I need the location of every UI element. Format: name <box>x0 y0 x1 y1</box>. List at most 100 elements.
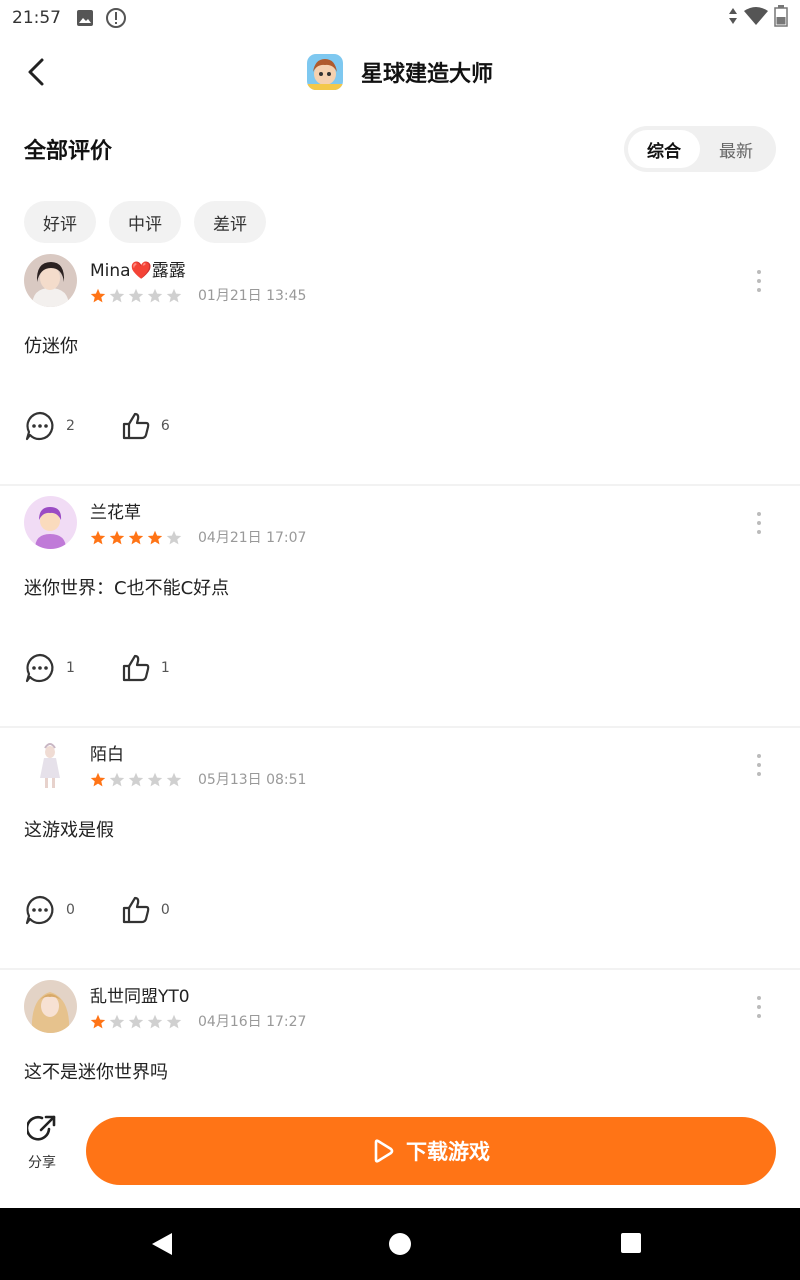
review-text: 迷你世界：C也不能C好点 <box>24 578 230 599</box>
more-options-button[interactable] <box>754 996 764 1018</box>
review-actions: 0 0 <box>24 894 170 926</box>
review-item: 兰花草 04月21日 17:07 迷你世界：C也不能C好点 1 1 <box>0 486 800 728</box>
sort-option-comprehensive[interactable]: 综合 <box>628 130 700 168</box>
comment-button[interactable]: 0 <box>24 894 75 926</box>
review-item: 陌白 05月13日 08:51 这游戏是假 0 0 <box>0 728 800 970</box>
image-notification-icon <box>75 8 95 28</box>
star-empty-icon <box>147 1014 163 1029</box>
nav-back-button[interactable] <box>150 1232 174 1260</box>
star-empty-icon <box>166 288 182 303</box>
review-time: 04月21日 17:07 <box>198 530 307 546</box>
thumbs-up-icon <box>122 654 150 682</box>
title-bar: 星球建造大师 <box>0 36 800 108</box>
review-text: 这不是迷你世界吗 <box>24 1062 168 1083</box>
like-count: 1 <box>160 660 170 676</box>
review-time: 04月16日 17:27 <box>198 1014 307 1030</box>
star-empty-icon <box>166 1014 182 1029</box>
wifi-icon <box>744 6 768 31</box>
star-empty-icon <box>109 772 125 787</box>
chevron-left-icon <box>28 58 44 86</box>
alert-notification-icon <box>105 7 127 29</box>
download-label: 下载游戏 <box>406 1140 490 1164</box>
sort-option-latest[interactable]: 最新 <box>700 130 772 168</box>
star-filled-icon <box>128 530 144 545</box>
comment-count: 1 <box>66 660 75 676</box>
status-bar: 21:57 <box>0 0 800 36</box>
download-game-button[interactable]: 下载游戏 <box>86 1117 776 1185</box>
system-nav-bar <box>0 1208 800 1280</box>
star-filled-icon <box>90 1014 106 1029</box>
sort-toggle: 综合 最新 <box>624 126 776 172</box>
game-app-icon <box>306 54 343 90</box>
like-count: 0 <box>160 902 170 918</box>
comment-icon <box>25 411 54 441</box>
star-empty-icon <box>147 772 163 787</box>
star-filled-icon <box>109 530 125 545</box>
like-count: 6 <box>160 418 170 434</box>
username[interactable]: Mina‍❤️露露‍ <box>90 256 186 281</box>
more-options-button[interactable] <box>754 754 764 776</box>
review-time: 01月21日 13:45 <box>198 288 307 304</box>
comment-button[interactable]: 2 <box>24 410 75 442</box>
review-actions: 1 1 <box>24 652 170 684</box>
star-filled-icon <box>90 288 106 303</box>
section-header: 全部评价 综合 最新 <box>24 126 776 172</box>
star-empty-icon <box>128 288 144 303</box>
filter-chip-good[interactable]: 好评 <box>24 201 96 243</box>
star-filled-icon <box>90 772 106 787</box>
username[interactable]: 兰花草 <box>90 498 141 523</box>
more-options-button[interactable] <box>754 270 764 292</box>
avatar[interactable] <box>24 738 77 791</box>
triangle-back-icon <box>152 1233 172 1255</box>
star-empty-icon <box>109 1014 125 1029</box>
thumbs-up-icon <box>122 896 150 924</box>
comment-icon <box>25 895 54 925</box>
review-item: Mina‍❤️露露‍ 01月21日 13:45 仿迷你 2 6 <box>0 244 800 486</box>
review-time: 05月13日 08:51 <box>198 772 307 788</box>
review-list: Mina‍❤️露露‍ 01月21日 13:45 仿迷你 2 6 兰花草 <box>0 244 800 1212</box>
star-rating <box>90 288 182 304</box>
comment-icon <box>25 653 54 683</box>
square-recents-icon <box>621 1233 641 1253</box>
review-text: 这游戏是假 <box>24 820 114 841</box>
section-title: 全部评价 <box>24 139 113 164</box>
battery-icon <box>774 4 788 32</box>
star-filled-icon <box>147 530 163 545</box>
share-button[interactable]: 分享 <box>20 1114 64 1172</box>
avatar[interactable] <box>24 496 77 549</box>
avatar[interactable] <box>24 980 77 1033</box>
star-empty-icon <box>128 772 144 787</box>
status-time: 21:57 <box>12 8 61 28</box>
star-rating <box>90 530 182 546</box>
bottom-action-bar: 分享 下载游戏 <box>0 1100 800 1208</box>
like-button[interactable]: 1 <box>121 653 170 683</box>
star-filled-icon <box>90 530 106 545</box>
title-center: 星球建造大师 <box>306 54 493 90</box>
more-options-button[interactable] <box>754 512 764 534</box>
share-label: 分享 <box>28 1155 56 1171</box>
comment-button[interactable]: 1 <box>24 652 75 684</box>
review-actions: 2 6 <box>24 410 170 442</box>
back-button[interactable] <box>20 54 52 90</box>
star-rating <box>90 772 182 788</box>
nav-recents-button[interactable] <box>620 1232 642 1258</box>
star-empty-icon <box>128 1014 144 1029</box>
comment-count: 0 <box>66 902 75 918</box>
filter-chip-neutral[interactable]: 中评 <box>109 201 181 243</box>
page-title: 星球建造大师 <box>360 62 493 87</box>
username[interactable]: 乱世同盟YT0 <box>90 982 190 1007</box>
nav-home-button[interactable] <box>388 1232 412 1260</box>
like-button[interactable]: 6 <box>121 411 170 441</box>
star-empty-icon <box>166 530 182 545</box>
circle-home-icon <box>389 1233 411 1255</box>
thumbs-up-icon <box>122 412 150 440</box>
username[interactable]: 陌白 <box>90 740 124 765</box>
avatar[interactable] <box>24 254 77 307</box>
star-empty-icon <box>166 772 182 787</box>
star-empty-icon <box>109 288 125 303</box>
star-empty-icon <box>147 288 163 303</box>
like-button[interactable]: 0 <box>121 895 170 925</box>
play-icon <box>374 1139 394 1163</box>
filter-chip-bad[interactable]: 差评 <box>194 201 266 243</box>
data-arrows-icon <box>728 7 738 30</box>
